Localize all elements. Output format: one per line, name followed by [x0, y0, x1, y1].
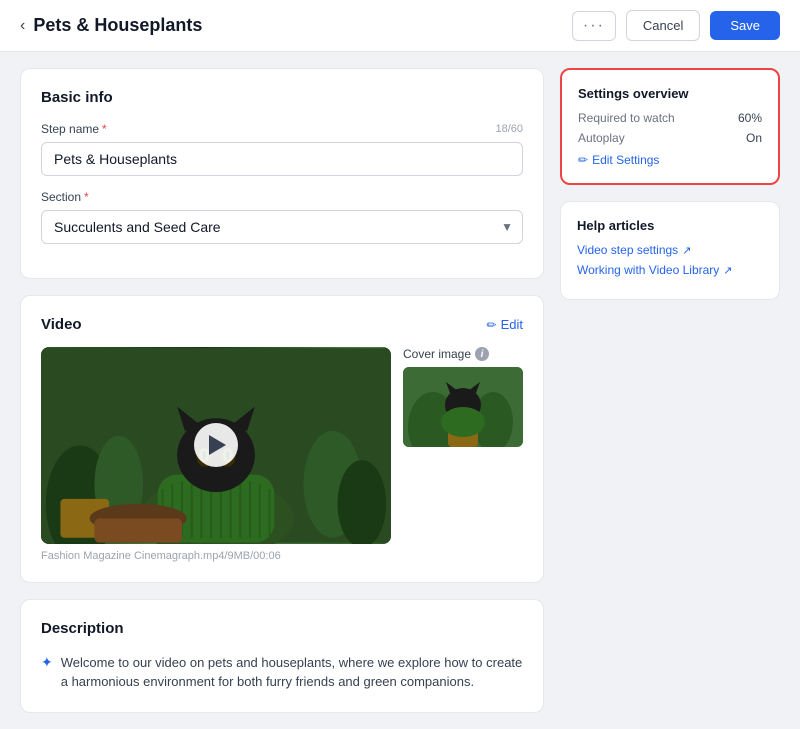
- cover-image-label: Cover image: [403, 347, 471, 361]
- cancel-button[interactable]: Cancel: [626, 10, 700, 41]
- step-name-input[interactable]: [41, 142, 523, 176]
- help-link-1-label: Video step settings: [577, 243, 678, 257]
- more-button[interactable]: ···: [572, 11, 616, 41]
- basic-info-title: Basic info: [41, 89, 523, 106]
- description-text: Welcome to our video on pets and housepl…: [61, 653, 523, 692]
- external-link-icon-1: ↗: [682, 244, 691, 257]
- basic-info-card: Basic info Step name * 18/60 Section * S…: [20, 68, 544, 279]
- help-link-2-label: Working with Video Library: [577, 263, 719, 277]
- cover-image[interactable]: [403, 367, 523, 447]
- video-player[interactable]: Fashion Magazine Cinemagraph.mp4/9MB/00:…: [41, 347, 391, 562]
- settings-overview-title: Settings overview: [578, 86, 762, 101]
- edit-settings-link[interactable]: ✏ Edit Settings: [578, 153, 762, 167]
- help-articles-card: Help articles Video step settings ↗ Work…: [560, 201, 780, 300]
- page-title: Pets & Houseplants: [33, 15, 202, 36]
- help-link-video-settings[interactable]: Video step settings ↗: [577, 243, 763, 257]
- section-label: Section: [41, 190, 81, 204]
- required-to-watch-value: 60%: [738, 111, 762, 125]
- video-meta: Fashion Magazine Cinemagraph.mp4/9MB/00:…: [41, 550, 391, 562]
- bullet-icon: ✦: [41, 654, 53, 671]
- autoplay-value: On: [746, 131, 762, 145]
- header: ‹ Pets & Houseplants ··· Cancel Save: [0, 0, 800, 52]
- help-articles-title: Help articles: [577, 218, 763, 233]
- section-select[interactable]: Succulents and Seed Care: [41, 210, 523, 244]
- info-icon: i: [475, 347, 489, 361]
- description-title: Description: [41, 620, 523, 637]
- video-section-title: Video: [41, 316, 82, 333]
- required-to-watch-label: Required to watch: [578, 111, 675, 125]
- step-name-label: Step name: [41, 122, 99, 136]
- edit-pencil-icon: ✏: [487, 318, 497, 332]
- char-count: 18/60: [495, 123, 523, 135]
- external-link-icon-2: ↗: [723, 264, 732, 277]
- autoplay-label: Autoplay: [578, 131, 625, 145]
- help-link-video-library[interactable]: Working with Video Library ↗: [577, 263, 763, 277]
- save-button[interactable]: Save: [710, 11, 780, 40]
- edit-settings-icon: ✏: [578, 153, 588, 167]
- back-arrow[interactable]: ‹: [20, 17, 25, 35]
- required-star: *: [102, 122, 107, 136]
- section-required-star: *: [84, 190, 89, 204]
- video-card: Video ✏ Edit: [20, 295, 544, 583]
- cover-image-section: Cover image i: [403, 347, 523, 562]
- description-card: Description ✦ Welcome to our video on pe…: [20, 599, 544, 713]
- settings-overview-card: Settings overview Required to watch 60% …: [560, 68, 780, 185]
- edit-video-button[interactable]: ✏ Edit: [487, 317, 523, 332]
- play-button[interactable]: [194, 423, 238, 467]
